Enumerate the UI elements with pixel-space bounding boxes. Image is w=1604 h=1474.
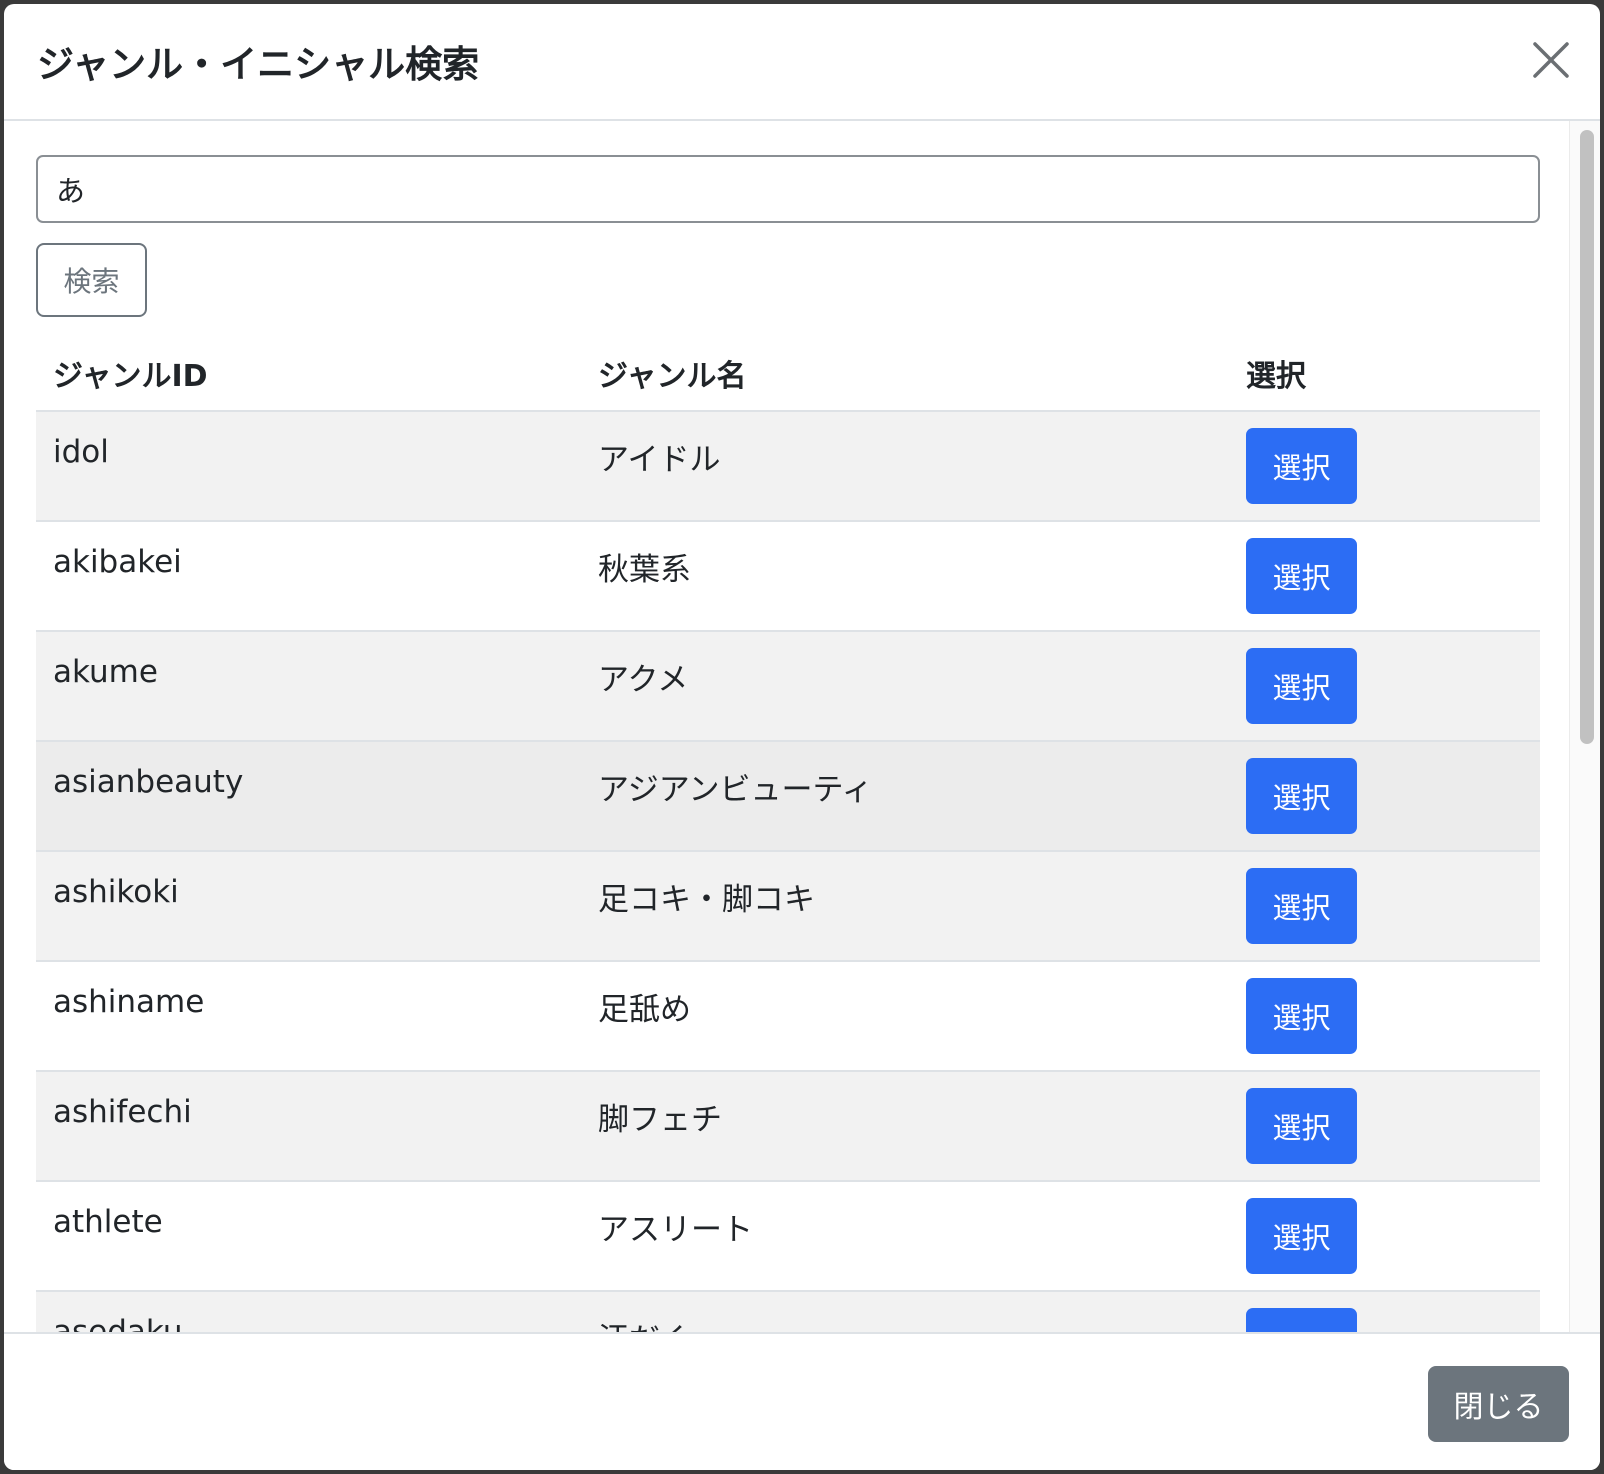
header-genre-name: ジャンル名 — [598, 359, 747, 394]
header-select: 選択 — [1246, 359, 1306, 394]
table-row: ashifechi 脚フェチ 選択 — [36, 1072, 1540, 1182]
genre-id-cell: ashikoki — [53, 874, 179, 910]
genre-id-cell: ashifechi — [53, 1094, 192, 1130]
genre-name-cell: アジアンビューティ — [598, 772, 873, 808]
modal-body: 検索 ジャンルID ジャンル名 選択 idol アイドル 選択 akibakei… — [4, 121, 1600, 1332]
select-button[interactable]: 選択 — [1246, 538, 1357, 614]
genre-name-cell: 足コキ・脚コキ — [598, 882, 815, 918]
genre-id-cell: idol — [53, 434, 109, 470]
search-button[interactable]: 検索 — [36, 243, 147, 317]
table-row: idol アイドル 選択 — [36, 412, 1540, 522]
table-row: akume アクメ 選択 — [36, 632, 1540, 742]
table-row: ashikoki 足コキ・脚コキ 選択 — [36, 852, 1540, 962]
genre-name-cell: アイドル — [598, 442, 721, 478]
scrollbar-thumb[interactable] — [1580, 130, 1594, 744]
select-button[interactable]: 選択 — [1246, 868, 1357, 944]
search-input[interactable] — [36, 155, 1540, 223]
genre-name-cell: 秋葉系 — [598, 552, 691, 588]
close-icon[interactable] — [1532, 41, 1570, 79]
select-button[interactable]: 選択 — [1246, 428, 1357, 504]
header-genre-id: ジャンルID — [53, 359, 208, 394]
select-button[interactable]: 選択 — [1246, 1308, 1357, 1332]
table-row: asedaku 汗だく 選択 — [36, 1292, 1540, 1332]
select-button[interactable]: 選択 — [1246, 758, 1357, 834]
genre-table: ジャンルID ジャンル名 選択 idol アイドル 選択 akibakei 秋葉… — [36, 329, 1540, 1332]
select-button[interactable]: 選択 — [1246, 1198, 1357, 1274]
modal-title: ジャンル・イニシャル検索 — [37, 43, 480, 86]
genre-name-cell: アスリート — [598, 1212, 753, 1248]
genre-search-modal: ジャンル・イニシャル検索 検索 ジャンルID ジャンル名 選択 idol アイド… — [4, 4, 1600, 1470]
modal-header: ジャンル・イニシャル検索 — [4, 4, 1600, 121]
genre-id-cell: athlete — [53, 1204, 163, 1240]
table-row: asianbeauty アジアンビューティ 選択 — [36, 742, 1540, 852]
genre-name-cell: 脚フェチ — [598, 1102, 722, 1138]
table-row: ashiname 足舐め 選択 — [36, 962, 1540, 1072]
table-header: ジャンルID ジャンル名 選択 — [36, 329, 1540, 412]
genre-id-cell: ashiname — [53, 984, 205, 1020]
modal-footer: 閉じる — [4, 1332, 1600, 1470]
table-row: akibakei 秋葉系 選択 — [36, 522, 1540, 632]
genre-name-cell: アクメ — [598, 662, 689, 698]
genre-id-cell: asedaku — [53, 1314, 183, 1332]
genre-name-cell: 足舐め — [598, 992, 691, 1028]
select-button[interactable]: 選択 — [1246, 978, 1357, 1054]
select-button[interactable]: 選択 — [1246, 648, 1357, 724]
genre-name-cell: 汗だく — [598, 1314, 691, 1332]
genre-id-cell: asianbeauty — [53, 764, 244, 800]
genre-id-cell: akume — [53, 654, 158, 690]
genre-id-cell: akibakei — [53, 544, 182, 580]
select-button[interactable]: 選択 — [1246, 1088, 1357, 1164]
close-button[interactable]: 閉じる — [1428, 1366, 1569, 1442]
table-row: athlete アスリート 選択 — [36, 1182, 1540, 1292]
